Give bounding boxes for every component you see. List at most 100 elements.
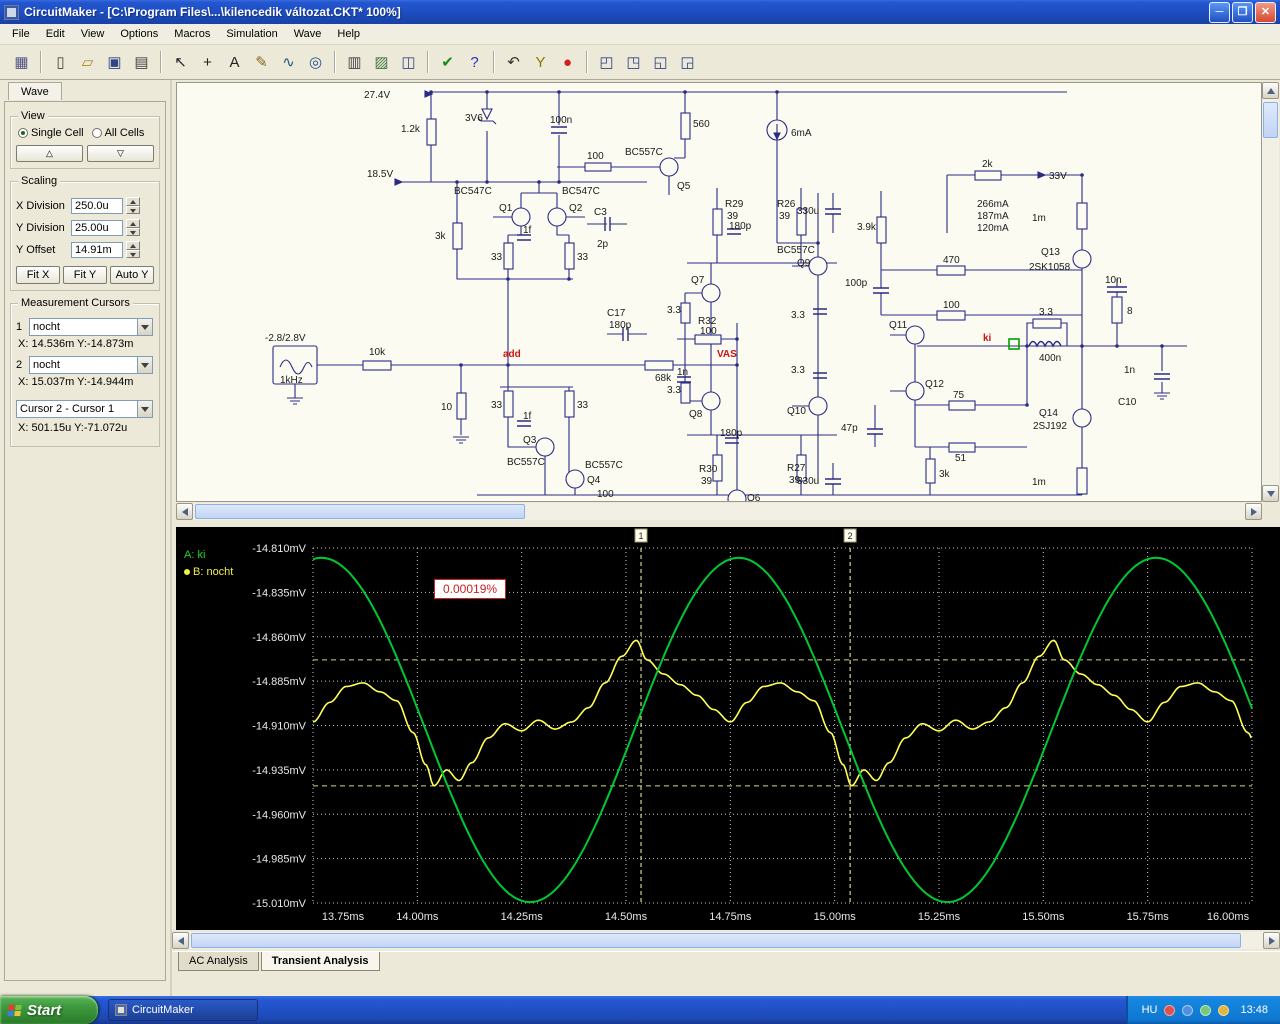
y-division-input[interactable]: 25.00u <box>71 219 123 236</box>
scroll-right-arrow-icon[interactable] <box>1263 932 1280 949</box>
schematic-label: 33V <box>1049 171 1067 182</box>
scroll-left-arrow-icon[interactable] <box>172 932 189 949</box>
scroll-up-arrow-icon[interactable] <box>1262 82 1279 99</box>
probe-tool-icon[interactable]: ∿ <box>276 50 301 75</box>
schematic-vertical-scrollbar[interactable] <box>1262 82 1279 502</box>
split-view-icon[interactable]: ◫ <box>396 50 421 75</box>
menu-wave[interactable]: Wave <box>286 25 330 43</box>
new-file-icon[interactable]: ▯ <box>48 50 73 75</box>
menu-macros[interactable]: Macros <box>166 25 218 43</box>
open-file-icon[interactable]: ▱ <box>75 50 100 75</box>
save-icon[interactable]: ▣ <box>102 50 127 75</box>
stop-icon[interactable]: ● <box>555 50 580 75</box>
scrollbar-thumb[interactable] <box>195 504 525 519</box>
pcb-view-icon[interactable]: ▨ <box>369 50 394 75</box>
menu-file[interactable]: File <box>4 25 38 43</box>
scrollbar-thumb[interactable] <box>1263 102 1278 138</box>
tray-icon[interactable] <box>1164 1004 1176 1016</box>
x-division-input[interactable]: 250.0u <box>71 197 123 214</box>
x-axis-tick: 15.75ms <box>1127 911 1170 923</box>
spin-down-icon[interactable] <box>126 205 140 214</box>
menu-simulation[interactable]: Simulation <box>218 25 285 43</box>
spin-up-icon[interactable] <box>126 241 140 250</box>
cursor1-signal-select[interactable]: nocht <box>29 318 153 336</box>
new-window-icon[interactable]: ◲ <box>675 50 700 75</box>
legend-b[interactable]: B: nocht <box>184 566 233 578</box>
radio-all-cells[interactable]: All Cells <box>91 127 144 139</box>
fit-y-button[interactable]: Fit Y <box>63 266 107 284</box>
x-axis-tick: 15.50ms <box>1022 911 1065 923</box>
x-division-spinner[interactable] <box>126 197 140 214</box>
text-tool-icon[interactable]: A <box>222 50 247 75</box>
spin-up-icon[interactable] <box>126 219 140 228</box>
scroll-down-arrow-icon[interactable] <box>1262 485 1279 502</box>
language-indicator[interactable]: HU <box>1142 1004 1158 1016</box>
scroll-right-arrow-icon[interactable] <box>1245 503 1262 520</box>
tray-icon[interactable] <box>1182 1004 1194 1016</box>
minimize-button[interactable]: ─ <box>1209 1 1230 23</box>
chevron-down-icon[interactable] <box>137 357 152 373</box>
schematic-canvas[interactable]: 27.4V 1.2k 3V6 100n 560 6mA 100 BC557C Q5 18.5V BC… <box>176 82 1262 509</box>
schematic-label: 1n <box>1124 365 1135 376</box>
tray-icon[interactable] <box>1218 1004 1230 1016</box>
part-browser-icon[interactable]: ▦ <box>9 50 34 75</box>
waveform-horizontal-scrollbar[interactable] <box>172 932 1280 949</box>
select-cursor-icon[interactable]: ↖ <box>168 50 193 75</box>
y-offset-spinner[interactable] <box>126 241 140 258</box>
chevron-down-icon[interactable] <box>137 319 152 335</box>
cursor-delta-select[interactable]: Cursor 2 - Cursor 1 <box>16 400 153 418</box>
waveform-plot[interactable]: -14.810mV -14.835mV -14.860mV -14.885mV -14.… <box>176 527 1280 930</box>
tab-wave[interactable]: Wave <box>8 82 62 100</box>
schematic-label: 10n <box>1105 275 1122 286</box>
y-axis-tick: -14.910mV <box>252 721 306 733</box>
menu-view[interactable]: View <box>73 25 113 43</box>
schematic-label: Q13 <box>1041 247 1060 258</box>
y-offset-input[interactable]: 14.91m <box>71 241 123 258</box>
schematic-label: 470 <box>943 255 960 266</box>
cursor2-signal-select[interactable]: nocht <box>29 356 153 374</box>
taskbar-circuitmaker-button[interactable]: CircuitMaker <box>108 999 258 1021</box>
cell-down-button[interactable]: ▽ <box>87 145 154 162</box>
wire-tool-icon[interactable]: ✎ <box>249 50 274 75</box>
print-icon[interactable]: ▤ <box>129 50 154 75</box>
multimeter-icon[interactable]: Y <box>528 50 553 75</box>
menu-options[interactable]: Options <box>112 25 166 43</box>
schematic-label: Q4 <box>587 475 601 486</box>
radio-single-cell[interactable]: Single Cell <box>18 127 84 139</box>
scrollbar-thumb[interactable] <box>191 933 1241 948</box>
tab-transient-analysis[interactable]: Transient Analysis <box>260 952 380 971</box>
schematic-horizontal-scrollbar[interactable] <box>176 503 1262 520</box>
spin-up-icon[interactable] <box>126 197 140 206</box>
probe-marker[interactable] <box>1008 338 1020 350</box>
zoom-tool-icon[interactable]: ◎ <box>303 50 328 75</box>
reset-icon[interactable]: ↶ <box>501 50 526 75</box>
start-button[interactable]: Start <box>0 996 98 1024</box>
spin-down-icon[interactable] <box>126 249 140 258</box>
fit-x-button[interactable]: Fit X <box>16 266 60 284</box>
auto-y-button[interactable]: Auto Y <box>110 266 154 284</box>
find-part-icon[interactable]: ▥ <box>342 50 367 75</box>
schematic-label: BC557C <box>507 457 545 468</box>
close-button[interactable]: ✕ <box>1255 1 1276 23</box>
tray-icon[interactable] <box>1200 1004 1212 1016</box>
tile-windows-icon[interactable]: ◰ <box>594 50 619 75</box>
restore-button[interactable]: ❐ <box>1232 1 1253 23</box>
cascade-windows-icon[interactable]: ◳ <box>621 50 646 75</box>
chevron-down-icon[interactable] <box>137 401 152 417</box>
scroll-left-arrow-icon[interactable] <box>176 503 193 520</box>
cell-up-button[interactable]: △ <box>16 145 83 162</box>
spin-down-icon[interactable] <box>126 227 140 236</box>
schematic-label: Q5 <box>677 181 691 192</box>
y-division-spinner[interactable] <box>126 219 140 236</box>
menu-edit[interactable]: Edit <box>38 25 73 43</box>
menu-help[interactable]: Help <box>329 25 368 43</box>
schematic-label: 1f <box>523 411 532 422</box>
schematic-label: 3k <box>939 469 951 480</box>
add-part-icon[interactable]: + <box>195 50 220 75</box>
help-icon[interactable]: ? <box>462 50 487 75</box>
simulation-mode-icon[interactable]: ✔ <box>435 50 460 75</box>
arrange-windows-icon[interactable]: ◱ <box>648 50 673 75</box>
tab-ac-analysis[interactable]: AC Analysis <box>178 952 259 971</box>
legend-a[interactable]: A: ki <box>184 549 205 561</box>
app-icon <box>4 4 19 20</box>
